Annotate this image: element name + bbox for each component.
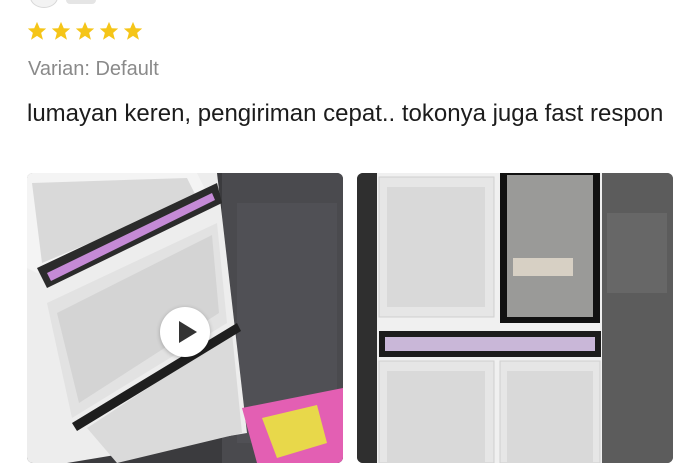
star-icon bbox=[27, 21, 47, 40]
review-photo-thumbnail[interactable] bbox=[357, 173, 673, 463]
star-icon bbox=[75, 21, 95, 40]
reviewer-name bbox=[66, 0, 96, 4]
play-icon bbox=[179, 321, 197, 343]
variant-label: Varian: Default bbox=[28, 58, 159, 80]
review-text: lumayan keren, pengiriman cepat.. tokony… bbox=[27, 100, 664, 127]
review-video-thumbnail[interactable] bbox=[27, 173, 343, 463]
star-icon bbox=[99, 21, 119, 40]
star-icon bbox=[123, 21, 143, 40]
cabinet-photo-front bbox=[357, 173, 673, 463]
play-button[interactable] bbox=[160, 307, 210, 357]
star-rating bbox=[26, 20, 144, 42]
reviewer-avatar bbox=[30, 0, 58, 8]
star-icon bbox=[51, 21, 71, 40]
